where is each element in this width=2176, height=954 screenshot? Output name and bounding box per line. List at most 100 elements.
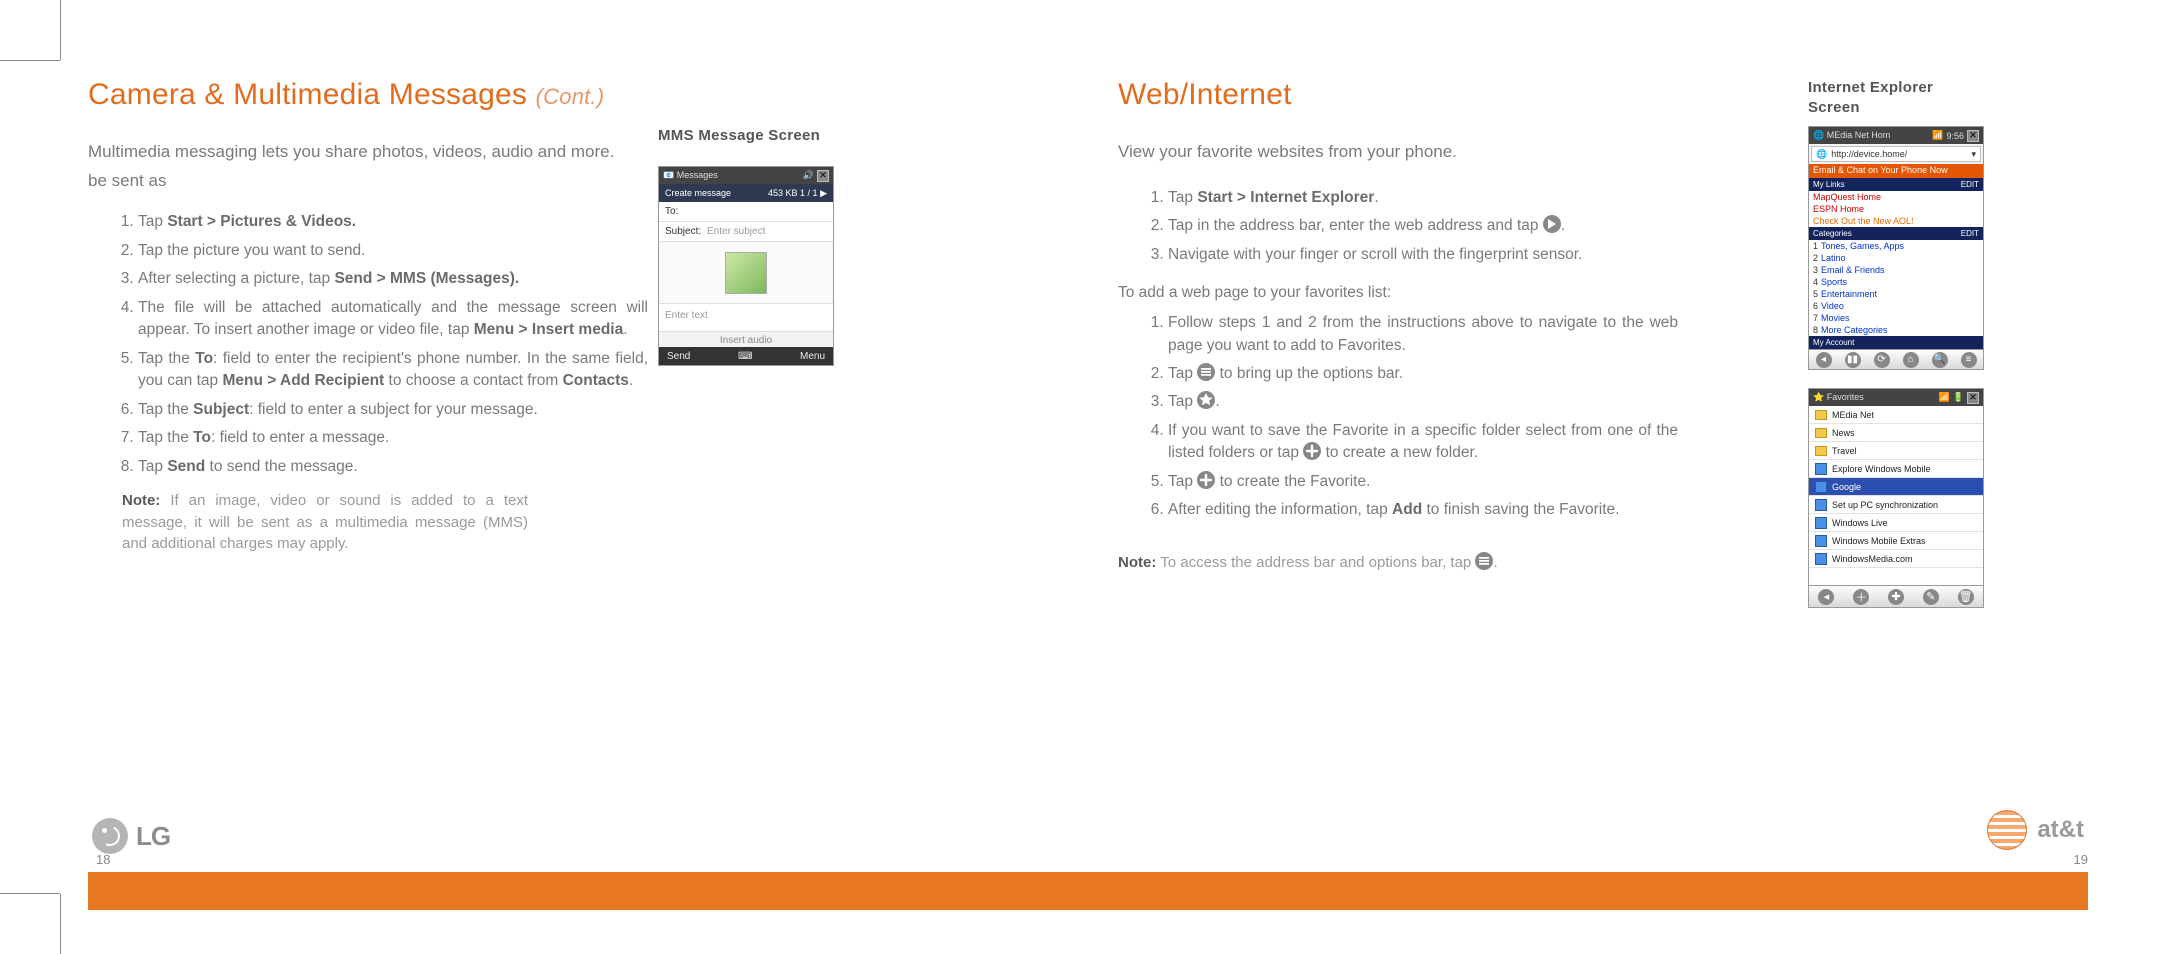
go-icon — [1543, 215, 1561, 233]
softkey-send[interactable]: Send — [667, 351, 690, 362]
ie-cat[interactable]: 5Entertainment — [1809, 288, 1983, 300]
ie-cat[interactable]: 6Video — [1809, 300, 1983, 312]
favorites-item[interactable]: News — [1809, 424, 1983, 442]
delete-icon[interactable]: 🗑 — [1958, 589, 1974, 605]
note-right: Note: To access the address bar and opti… — [1118, 552, 1678, 574]
lg-logo: LG — [92, 818, 170, 854]
favorites-item-label: Travel — [1832, 446, 1857, 456]
edit-link[interactable]: EDIT — [1961, 180, 1979, 189]
favorites-item[interactable]: WindowsMedia.com — [1809, 550, 1983, 568]
note-left: Note: If an image, video or sound is add… — [88, 490, 528, 555]
refresh-icon[interactable]: ⟳ — [1874, 352, 1890, 368]
mms-title-text: Create message — [665, 188, 731, 198]
ie-cat[interactable]: 7Movies — [1809, 312, 1983, 324]
mylinks-header: My LinksEDIT — [1809, 178, 1983, 191]
ie-step-3: Navigate with your finger or scroll with… — [1168, 244, 1678, 266]
favorites-item[interactable]: Travel — [1809, 442, 1983, 460]
intro-line-1: Multimedia messaging lets you share phot… — [88, 140, 648, 165]
favorites-item[interactable]: Set up PC synchronization — [1809, 496, 1983, 514]
ie-cat[interactable]: 3Email & Friends — [1809, 264, 1983, 276]
page-number-left: 18 — [96, 852, 110, 867]
lg-face-icon — [92, 818, 128, 854]
edit-link[interactable]: EDIT — [1961, 229, 1979, 238]
favorites-list: MEdia NetNews Travel Explore Windows Mobil… — [1809, 406, 1983, 568]
favorites-item-label: Windows Mobile Extras — [1832, 536, 1926, 546]
ie-address-bar[interactable]: 🌐http://device.home/▾ — [1811, 146, 1981, 162]
edit-icon[interactable]: ✎ — [1923, 589, 1939, 605]
folder-icon — [1815, 410, 1827, 420]
fav-step-1: Follow steps 1 and 2 from the instructio… — [1168, 312, 1678, 357]
step-6: Tap the Subject: field to enter a subjec… — [138, 399, 648, 421]
page-icon — [1815, 463, 1827, 475]
ie-cat[interactable]: 8More Categories — [1809, 324, 1983, 336]
favorites-item[interactable]: Explore Windows Mobile — [1809, 460, 1983, 478]
mms-size-indicator: 453 KB 1 / 1 ▶ — [768, 188, 827, 199]
favorites-item-label: Set up PC synchronization — [1832, 500, 1938, 510]
softkey-menu[interactable]: Menu — [800, 351, 825, 362]
step-2: Tap the picture you want to send. — [138, 240, 648, 262]
fav-step-6: After editing the information, tap Add t… — [1168, 499, 1678, 521]
keyboard-icon[interactable]: ⌨ — [738, 351, 752, 362]
favorites-item-label: Explore Windows Mobile — [1832, 464, 1931, 474]
add-icon — [1197, 471, 1215, 489]
ie-promo-banner[interactable]: Email & Chat on Your Phone Now — [1809, 164, 1983, 178]
mms-statusbar: 📧 Messages 🔊✕ — [659, 167, 833, 184]
page-left: Camera & Multimedia Messages (Cont.) Mul… — [88, 78, 1078, 858]
close-icon[interactable]: ✕ — [1967, 392, 1979, 404]
home-icon[interactable]: ⌂ — [1903, 352, 1919, 368]
mms-title-bar: Create message 453 KB 1 / 1 ▶ — [659, 184, 833, 202]
favorites-item-label: Google — [1832, 482, 1861, 492]
back-icon[interactable]: ◂ — [1818, 589, 1834, 605]
add-folder-icon[interactable]: ✚ — [1888, 589, 1904, 605]
ie-cat[interactable]: 1Tones, Games, Apps — [1809, 240, 1983, 252]
favorites-item[interactable]: Windows Live — [1809, 514, 1983, 532]
fav-step-4: If you want to save the Favorite in a sp… — [1168, 420, 1678, 465]
close-icon[interactable]: ✕ — [817, 170, 829, 182]
ie-cat[interactable]: 2Latino — [1809, 252, 1983, 264]
add-icon[interactable]: ＋ — [1853, 589, 1869, 605]
mms-softkeys: Send ⌨ Menu — [659, 347, 833, 365]
ie-link[interactable]: MapQuest Home — [1809, 191, 1983, 203]
fav-title: Favorites — [1827, 392, 1864, 402]
page-number-right: 19 — [2074, 852, 2088, 867]
mms-screenshot: 📧 Messages 🔊✕ Create message 453 KB 1 / … — [658, 166, 834, 366]
menu-icon-2 — [1475, 552, 1493, 570]
page-right: Web/Internet View your favorite websites… — [1078, 78, 2108, 858]
my-account[interactable]: My Account — [1809, 336, 1983, 349]
fav-step-5: Tap to create the Favorite. — [1168, 471, 1678, 493]
image-thumb — [725, 252, 767, 294]
fav-step-2: Tap to bring up the options bar. — [1168, 363, 1678, 385]
ie-steps: Tap Start > Internet Explorer. Tap in th… — [1118, 187, 1678, 266]
mms-caption: MMS Message Screen — [658, 126, 828, 146]
step-4: The file will be attached automatically … — [138, 297, 648, 342]
more-icon[interactable]: ≡ — [1961, 352, 1977, 368]
fav-step-3: Tap . — [1168, 391, 1678, 413]
att-globe-icon — [1987, 810, 2027, 850]
menu-icon — [1197, 363, 1215, 381]
intro-right: View your favorite websites from your ph… — [1118, 140, 1678, 165]
page-icon — [1815, 481, 1827, 493]
ie-link[interactable]: Check Out the New AOL! — [1809, 215, 1983, 227]
stats-icon[interactable]: ▮▮ — [1845, 352, 1861, 368]
ie-link[interactable]: ESPN Home — [1809, 203, 1983, 215]
close-icon[interactable]: ✕ — [1967, 130, 1979, 142]
favorites-item[interactable]: Windows Mobile Extras — [1809, 532, 1983, 550]
zoom-icon[interactable]: 🔍 — [1932, 352, 1948, 368]
step-8: Tap Send to send the message. — [138, 456, 648, 478]
ie-statusbar: 🌐 MEdia Net Hom 📶9:56✕ — [1809, 127, 1983, 144]
page-icon — [1815, 535, 1827, 547]
fav-toolbar: ◂ ＋ ✚ ✎ 🗑 — [1809, 585, 1983, 607]
favorites-item[interactable]: MEdia Net — [1809, 406, 1983, 424]
categories-header: CategoriesEDIT — [1809, 227, 1983, 240]
step-7: Tap the To: field to enter a message. — [138, 427, 648, 449]
ie-screenshot: 🌐 MEdia Net Hom 📶9:56✕ 🌐http://device.ho… — [1808, 126, 1984, 370]
mms-to-row[interactable]: To: — [659, 202, 833, 222]
back-icon[interactable]: ◂ — [1816, 352, 1832, 368]
favorites-item[interactable]: Google — [1809, 478, 1983, 496]
ie-cat[interactable]: 4Sports — [1809, 276, 1983, 288]
mms-attachment-preview[interactable] — [659, 242, 833, 304]
mms-body-field[interactable]: Enter text — [659, 304, 833, 332]
mms-subject-row[interactable]: Subject:Enter subject — [659, 222, 833, 242]
favorites-screenshot: ⭐ Favorites 📶🔋✕ MEdia NetNewsTravelExplo… — [1808, 388, 1984, 608]
ie-caption: Internet Explorer Screen — [1808, 78, 1978, 117]
